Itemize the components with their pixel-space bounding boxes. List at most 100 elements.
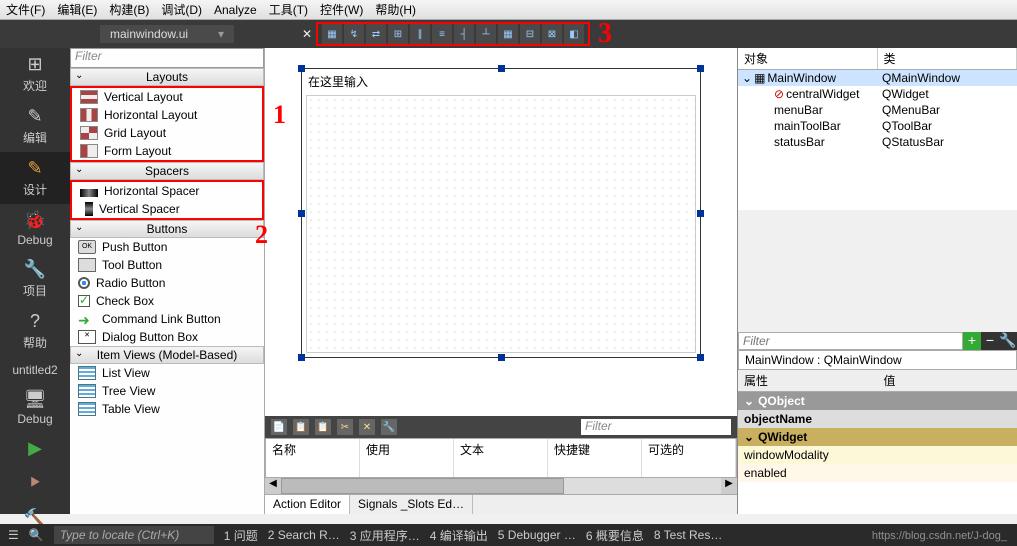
widget-push-button[interactable]: OKPush Button bbox=[70, 238, 264, 256]
tool-form-icon[interactable]: ⊟ bbox=[520, 24, 540, 44]
action-col-checkable[interactable]: 可选的 bbox=[642, 439, 736, 477]
category-layouts[interactable]: ⌄Layouts bbox=[70, 68, 264, 86]
category-spacers[interactable]: ⌄Spacers bbox=[70, 162, 264, 180]
add-property-button[interactable]: + bbox=[963, 332, 981, 350]
tab-action-editor[interactable]: Action Editor bbox=[265, 495, 350, 514]
delete-action-icon[interactable]: ✕ bbox=[359, 419, 375, 435]
prop-col-value[interactable]: 值 bbox=[878, 370, 1017, 391]
category-buttons[interactable]: ⌄Buttons bbox=[70, 220, 264, 238]
widget-command-link[interactable]: ➜Command Link Button bbox=[70, 310, 264, 328]
cut-action-icon[interactable]: ✂ bbox=[337, 419, 353, 435]
remove-property-button[interactable]: − bbox=[981, 332, 999, 350]
form-designer[interactable]: 在这里输入 bbox=[265, 48, 737, 416]
tool-hlayout-icon[interactable]: ∥ bbox=[410, 24, 430, 44]
widget-tree-view[interactable]: Tree View bbox=[70, 382, 264, 400]
tool-edit-buddies-icon[interactable]: ⇄ bbox=[366, 24, 386, 44]
tool-adjust-icon[interactable]: ◧ bbox=[564, 24, 584, 44]
resize-handle[interactable] bbox=[498, 354, 505, 361]
status-test[interactable]: 8 Test Res… bbox=[654, 528, 722, 542]
resize-handle[interactable] bbox=[298, 210, 305, 217]
object-inspector[interactable]: ⌄▦ MainWindowQMainWindow ⊘ centralWidget… bbox=[738, 70, 1017, 210]
widget-grid-layout[interactable]: Grid Layout bbox=[72, 124, 262, 142]
locator-input[interactable]: Type to locate (Ctrl+K) bbox=[54, 526, 214, 544]
tool-grid-icon[interactable]: ▦ bbox=[498, 24, 518, 44]
form-canvas[interactable]: 在这里输入 bbox=[301, 68, 701, 358]
status-issues[interactable]: 1 问题 bbox=[224, 527, 258, 544]
obj-row-mainwindow[interactable]: ⌄▦ MainWindowQMainWindow bbox=[738, 70, 1017, 86]
mode-edit[interactable]: ✎编辑 bbox=[0, 100, 70, 152]
prop-enabled[interactable]: enabled bbox=[738, 464, 1017, 482]
widget-horizontal-layout[interactable]: Horizontal Layout bbox=[72, 106, 262, 124]
widget-radio-button[interactable]: Radio Button bbox=[70, 274, 264, 292]
mode-debug[interactable]: 🐞Debug bbox=[0, 204, 70, 253]
tool-hsplit-icon[interactable]: ┤ bbox=[454, 24, 474, 44]
action-col-text[interactable]: 文本 bbox=[454, 439, 548, 477]
action-col-used[interactable]: 使用 bbox=[360, 439, 454, 477]
resize-handle[interactable] bbox=[298, 354, 305, 361]
config-action-icon[interactable]: 🔧 bbox=[381, 419, 397, 435]
tool-edit-tab-icon[interactable]: ⊞ bbox=[388, 24, 408, 44]
action-col-name[interactable]: 名称 bbox=[266, 439, 360, 477]
tool-break-icon[interactable]: ⊠ bbox=[542, 24, 562, 44]
mode-projects[interactable]: 🔧项目 bbox=[0, 253, 70, 305]
menu-build[interactable]: 构建(B) bbox=[109, 1, 149, 18]
prop-windowmodality[interactable]: windowModality bbox=[738, 446, 1017, 464]
tab-signals-slots[interactable]: Signals _Slots Ed… bbox=[350, 495, 473, 514]
obj-row-statusbar[interactable]: statusBarQStatusBar bbox=[738, 134, 1017, 150]
scroll-thumb[interactable] bbox=[281, 478, 564, 494]
tab-dropdown-icon[interactable]: ▾ bbox=[218, 27, 224, 41]
menu-debug[interactable]: 调试(D) bbox=[161, 1, 202, 18]
action-col-shortcut[interactable]: 快捷键 bbox=[548, 439, 642, 477]
status-appoutput[interactable]: 3 应用程序… bbox=[350, 527, 420, 544]
obj-row-menubar[interactable]: menuBarQMenuBar bbox=[738, 102, 1017, 118]
paste-action-icon[interactable]: 📋 bbox=[315, 419, 331, 435]
widget-table-view[interactable]: Table View bbox=[70, 400, 264, 418]
widget-form-layout[interactable]: Form Layout bbox=[72, 142, 262, 160]
property-editor[interactable]: ⌄QObject objectName ⌄QWidget windowModal… bbox=[738, 392, 1017, 514]
obj-col-object[interactable]: 对象 bbox=[738, 48, 878, 69]
menu-analyze[interactable]: Analyze bbox=[214, 3, 257, 17]
status-compile[interactable]: 4 编译输出 bbox=[430, 527, 488, 544]
widget-tool-button[interactable]: Tool Button bbox=[70, 256, 264, 274]
widget-vertical-layout[interactable]: Vertical Layout bbox=[72, 88, 262, 106]
tool-edit-signals-icon[interactable]: ↯ bbox=[344, 24, 364, 44]
obj-row-maintoolbar[interactable]: mainToolBarQToolBar bbox=[738, 118, 1017, 134]
scroll-right-icon[interactable]: ▶ bbox=[721, 478, 737, 494]
run-button[interactable]: ▶ bbox=[0, 432, 70, 467]
prop-section-qwidget[interactable]: ⌄QWidget bbox=[738, 428, 1017, 446]
property-filter[interactable] bbox=[738, 332, 963, 350]
menu-help[interactable]: 帮助(H) bbox=[375, 1, 416, 18]
new-action-icon[interactable]: 📄 bbox=[271, 419, 287, 435]
widget-vertical-spacer[interactable]: Vertical Spacer bbox=[72, 200, 262, 218]
debug-run-button[interactable]: ⯈ bbox=[0, 467, 70, 502]
panel-toggle-icon[interactable]: ☰ bbox=[8, 528, 19, 542]
status-debugger[interactable]: 5 Debugger … bbox=[498, 528, 576, 542]
project-label[interactable]: untitled2 bbox=[0, 357, 70, 383]
widget-check-box[interactable]: Check Box bbox=[70, 292, 264, 310]
resize-handle[interactable] bbox=[697, 210, 704, 217]
menu-widgets[interactable]: 控件(W) bbox=[320, 1, 363, 18]
resize-handle[interactable] bbox=[697, 65, 704, 72]
close-icon[interactable]: ✕ bbox=[300, 27, 314, 41]
h-scrollbar[interactable]: ◀▶ bbox=[265, 478, 737, 494]
obj-row-centralwidget[interactable]: ⊘ centralWidgetQWidget bbox=[738, 86, 1017, 102]
prop-col-name[interactable]: 属性 bbox=[738, 370, 878, 391]
build-config[interactable]: 🖥Debug bbox=[0, 383, 70, 432]
obj-col-class[interactable]: 类 bbox=[878, 48, 1017, 69]
canvas-prompt[interactable]: 在这里输入 bbox=[308, 73, 368, 90]
widget-dialog-button-box[interactable]: ✕Dialog Button Box bbox=[70, 328, 264, 346]
action-filter[interactable]: Filter bbox=[581, 419, 731, 435]
category-itemviews[interactable]: ⌄Item Views (Model-Based) bbox=[70, 346, 264, 364]
resize-handle[interactable] bbox=[298, 65, 305, 72]
widget-filter[interactable]: Filter bbox=[70, 48, 264, 68]
central-widget-area[interactable] bbox=[306, 95, 696, 353]
status-search[interactable]: 2 Search R… bbox=[268, 528, 340, 542]
tool-vlayout-icon[interactable]: ≡ bbox=[432, 24, 452, 44]
copy-action-icon[interactable]: 📋 bbox=[293, 419, 309, 435]
prop-section-qobject[interactable]: ⌄QObject bbox=[738, 392, 1017, 410]
widget-horizontal-spacer[interactable]: Horizontal Spacer bbox=[72, 182, 262, 200]
menu-edit[interactable]: 编辑(E) bbox=[57, 1, 97, 18]
resize-handle[interactable] bbox=[498, 65, 505, 72]
mode-welcome[interactable]: ⊞欢迎 bbox=[0, 48, 70, 100]
tool-vsplit-icon[interactable]: ┴ bbox=[476, 24, 496, 44]
